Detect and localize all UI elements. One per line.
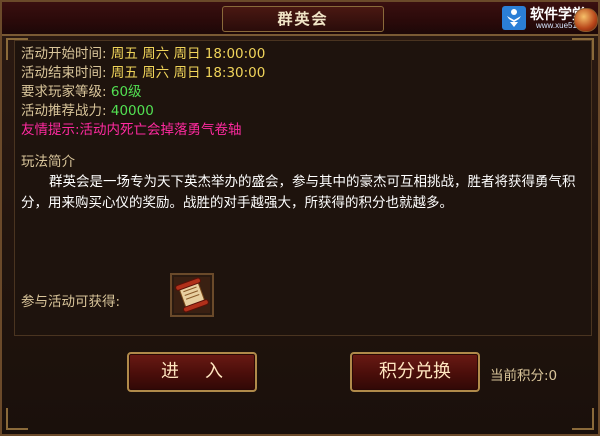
corner-ornament — [572, 408, 594, 430]
power-label: 活动推荐战力: — [21, 103, 107, 119]
end-time-row: 活动结束时间: 周五 周六 周日 18:30:00 — [21, 64, 265, 82]
level-label: 要求玩家等级: — [21, 84, 107, 100]
friendly-tip: 友情提示:活动内死亡会掉落勇气卷轴 — [21, 122, 242, 138]
points-exchange-label: 积分兑换 — [379, 361, 451, 382]
xue51-logo-icon — [502, 6, 526, 30]
start-time-row: 活动开始时间: 周五 周六 周日 18:00:00 — [21, 45, 265, 63]
current-points: 当前积分:0 — [490, 368, 558, 384]
scroll-icon — [174, 277, 210, 313]
reward-label: 参与活动可获得: — [21, 294, 121, 310]
enter-button-label: 进入 — [161, 361, 249, 382]
title-plate: 群英会 — [222, 6, 384, 32]
content-panel: 活动开始时间: 周五 周六 周日 18:00:00 活动结束时间: 周五 周六 … — [14, 40, 592, 336]
corner-ornament — [6, 408, 28, 430]
description-title: 玩法简介 — [21, 154, 75, 170]
end-time-value: 周五 周六 周日 18:30:00 — [110, 65, 266, 81]
description-text: 群英会是一场专为天下英杰举办的盛会，参与其中的豪杰可互相挑战，胜者将获得勇气积分… — [21, 174, 576, 211]
power-row: 活动推荐战力: 40000 — [21, 102, 154, 120]
action-bar: 进入 积分兑换 当前积分:0 — [2, 338, 598, 434]
level-value: 60级 — [110, 84, 142, 100]
title-bar[interactable]: 群英会 软件学堂 www.xue51.com — [2, 2, 598, 36]
start-time-value: 周五 周六 周日 18:00:00 — [110, 46, 266, 62]
end-time-label: 活动结束时间: — [21, 65, 107, 81]
points-exchange-button[interactable]: 积分兑换 — [350, 352, 480, 392]
dialog-title: 群英会 — [277, 10, 329, 28]
close-orb-icon[interactable] — [574, 8, 598, 32]
reward-slot[interactable] — [170, 273, 214, 317]
start-time-label: 活动开始时间: — [21, 46, 107, 62]
enter-button[interactable]: 进入 — [127, 352, 257, 392]
power-value: 40000 — [110, 103, 154, 119]
dialog-frame: 群英会 软件学堂 www.xue51.com 活动开始时间: 周五 周六 周日 … — [0, 0, 600, 436]
level-row: 要求玩家等级: 60级 — [21, 83, 142, 101]
tip-row: 友情提示:活动内死亡会掉落勇气卷轴 — [21, 121, 242, 139]
